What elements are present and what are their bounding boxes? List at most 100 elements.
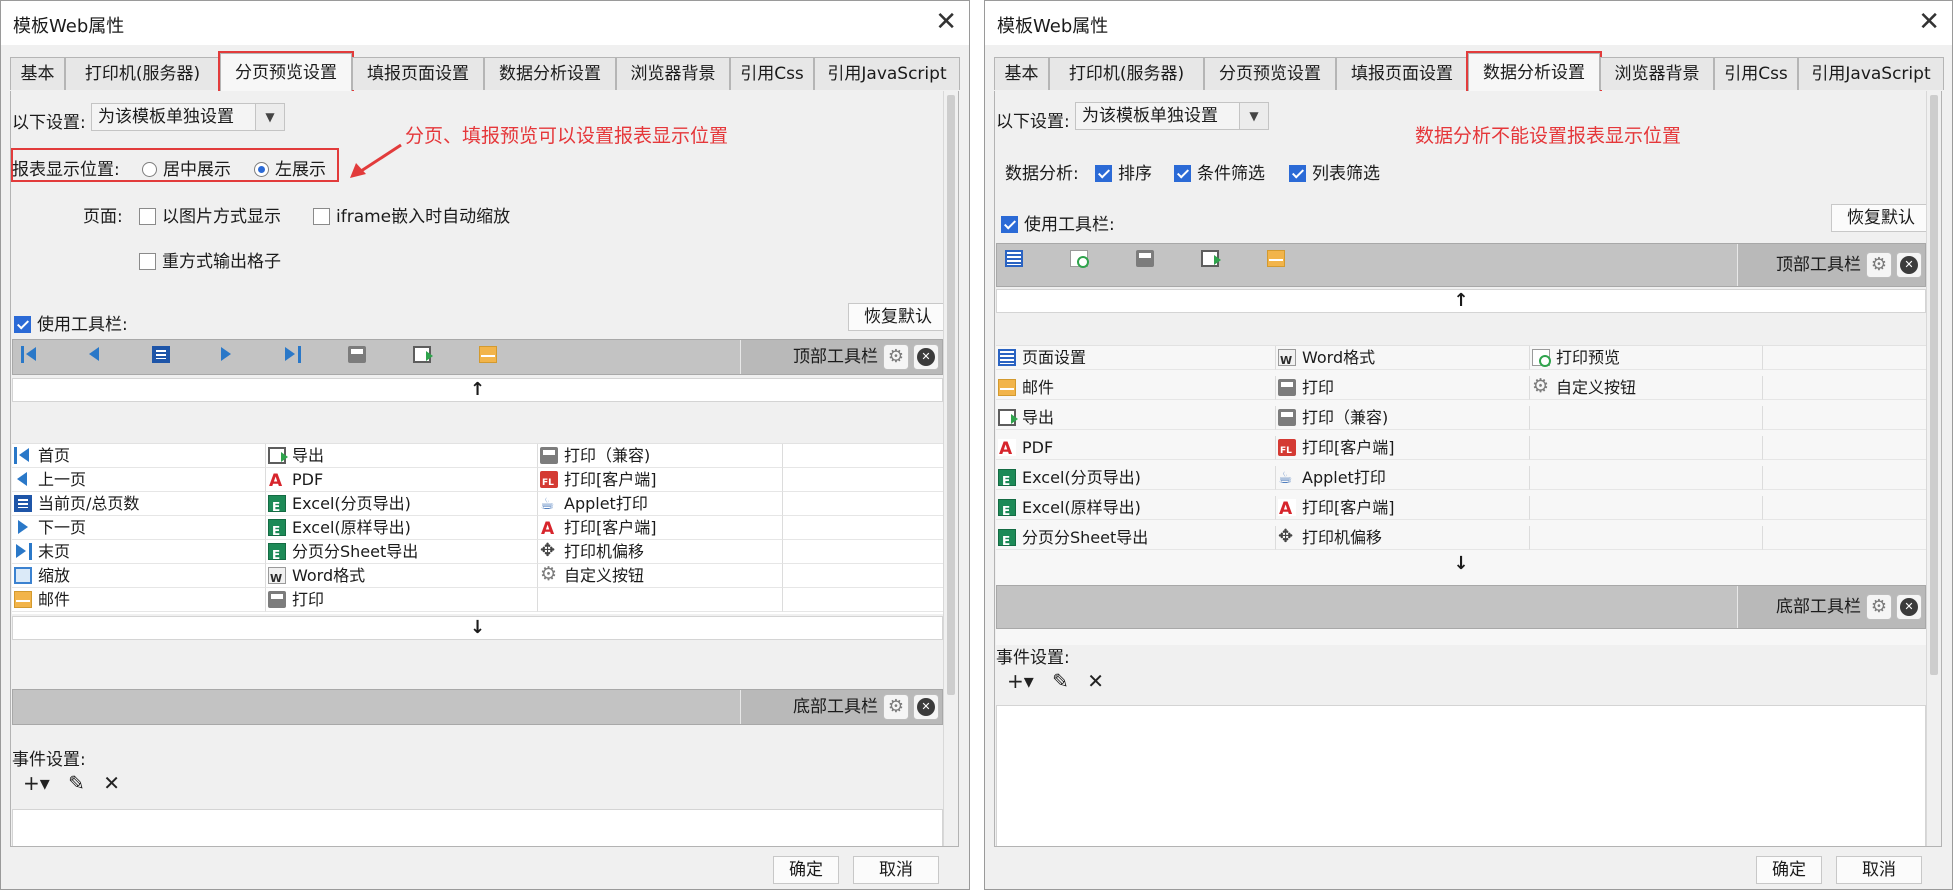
settings-select[interactable]: 为该模板单独设置 ▼ [1075,102,1269,130]
tab-data-analysis[interactable]: 数据分析设置 [1466,51,1602,93]
print-icon[interactable] [348,346,367,363]
list-item[interactable]: 打印机偏移 [1276,525,1530,550]
delete-icon[interactable]: ✕ [103,771,120,795]
prev-page-icon[interactable] [86,346,104,363]
list-item[interactable]: 当前页/总页数 [12,492,266,516]
page-setup-icon[interactable] [1005,250,1023,267]
page-number-icon[interactable] [151,346,170,363]
add-icon[interactable]: +▾ [23,771,50,795]
scrollbar[interactable] [943,91,958,846]
cancel-button[interactable]: 取消 [853,856,939,884]
list-item[interactable]: 打印（兼容) [1276,406,1530,430]
close-icon[interactable]: ✕ [913,344,939,370]
tab-browser-bg[interactable]: 浏览器背景 [1600,57,1714,90]
export-icon[interactable] [1201,250,1222,267]
list-item[interactable]: Excel(分页导出) [266,492,538,519]
list-item[interactable]: 缩放 [12,564,266,588]
list-item[interactable]: 页面设置 [996,346,1276,370]
delete-icon[interactable]: ✕ [1087,669,1104,693]
events-list[interactable] [12,809,943,846]
edit-icon[interactable]: ✎ [1052,669,1069,693]
list-item[interactable]: 打印[客户端] [1276,436,1530,463]
scrollbar[interactable] [1926,91,1941,846]
tab-javascript[interactable]: 引用JavaScript [814,57,960,90]
list-item[interactable]: 打印（兼容) [538,444,783,468]
list-item[interactable]: 打印 [266,588,538,612]
tab-css[interactable]: 引用Css [730,57,814,90]
list-item[interactable]: 自定义按钮 [538,562,783,588]
list-item[interactable]: 打印[客户端] [538,468,783,495]
edit-icon[interactable]: ✎ [68,771,85,795]
mail-icon[interactable] [1266,250,1285,267]
list-item[interactable]: 自定义按钮 [1530,374,1763,400]
scrollbar-thumb[interactable] [947,95,955,695]
list-item[interactable]: 打印 [1276,376,1530,400]
first-page-icon[interactable] [21,346,39,363]
list-item[interactable]: 导出 [996,406,1276,430]
list-item[interactable]: 打印[客户端] [538,516,783,541]
checkbox-heavy-output[interactable]: 重方式输出格子 [139,247,281,272]
checkbox-condition-filter[interactable]: 条件筛选 [1174,159,1265,184]
list-item[interactable]: 邮件 [996,376,1276,400]
tab-fill-page[interactable]: 填报页面设置 [1336,57,1468,90]
list-item[interactable]: Excel(原样导出) [996,496,1276,523]
list-item[interactable]: Applet打印 [1276,466,1530,490]
close-icon[interactable]: ✕ [1918,7,1940,37]
tab-printer-server[interactable]: 打印机(服务器) [1049,57,1204,90]
tab-basic[interactable]: 基本 [10,57,65,90]
list-item[interactable]: 打印机偏移 [538,539,783,564]
close-icon[interactable]: ✕ [913,694,939,720]
gear-icon[interactable]: ⚙ [1866,252,1892,278]
events-list[interactable] [996,705,1926,846]
gear-icon[interactable]: ⚙ [883,694,909,720]
checkbox-column-filter[interactable]: 列表筛选 [1289,159,1380,184]
scrollbar-thumb[interactable] [1930,95,1938,675]
tab-data-analysis[interactable]: 数据分析设置 [484,57,616,90]
gear-icon[interactable]: ⚙ [883,344,909,370]
tab-fill-page[interactable]: 填报页面设置 [352,57,484,90]
tab-basic[interactable]: 基本 [994,57,1049,90]
arrow-down-row[interactable]: ↓ [12,616,943,640]
close-icon[interactable]: ✕ [935,7,957,37]
arrow-up-row[interactable]: ↑ [996,289,1926,313]
list-item[interactable]: 上一页 [12,468,266,492]
radio-left[interactable]: 左展示 [254,155,326,180]
tab-css[interactable]: 引用Css [1714,57,1798,90]
radio-center[interactable]: 居中展示 [142,155,231,180]
ok-button[interactable]: 确定 [773,856,839,884]
tab-page-preview[interactable]: 分页预览设置 [218,51,354,93]
checkbox-iframe-zoom[interactable]: iframe嵌入时自动缩放 [313,202,510,227]
cancel-button[interactable]: 取消 [1836,856,1922,884]
print-preview-icon[interactable] [1070,250,1090,268]
tab-printer-server[interactable]: 打印机(服务器) [65,57,220,90]
list-item[interactable]: Excel(原样导出) [266,516,538,543]
list-item[interactable]: Applet打印 [538,492,783,516]
close-icon[interactable]: ✕ [1896,594,1922,620]
use-toolbar-checkbox[interactable]: 使用工具栏: [14,310,128,335]
list-item[interactable]: PDF [266,468,538,493]
gear-icon[interactable]: ⚙ [1866,594,1892,620]
settings-select[interactable]: 为该模板单独设置 ▼ [91,103,285,131]
restore-default-button[interactable]: 恢复默认 [1831,204,1931,232]
list-item[interactable]: 打印[客户端] [1276,496,1530,521]
list-item[interactable]: 打印预览 [1530,346,1763,370]
list-item[interactable]: PDF [996,436,1276,461]
arrow-down-row[interactable]: ↓ [996,553,1926,577]
arrow-up-row[interactable]: ↑ [12,378,943,402]
list-item[interactable]: Word格式 [1276,346,1530,373]
list-item[interactable]: 邮件 [12,588,266,612]
list-item[interactable]: 下一页 [12,516,266,540]
use-toolbar-checkbox[interactable]: 使用工具栏: [1001,210,1115,235]
list-item[interactable]: 导出 [266,444,538,468]
tab-page-preview[interactable]: 分页预览设置 [1204,57,1336,90]
print-icon[interactable] [1135,250,1154,267]
add-icon[interactable]: +▾ [1007,669,1034,693]
ok-button[interactable]: 确定 [1756,856,1822,884]
close-icon[interactable]: ✕ [1896,252,1922,278]
list-item[interactable]: 分页分Sheet导出 [996,526,1276,553]
restore-default-button[interactable]: 恢复默认 [848,303,948,331]
export-icon[interactable] [413,346,434,363]
list-item[interactable]: Word格式 [266,564,538,591]
last-page-icon[interactable] [283,346,301,363]
tab-browser-bg[interactable]: 浏览器背景 [616,57,730,90]
